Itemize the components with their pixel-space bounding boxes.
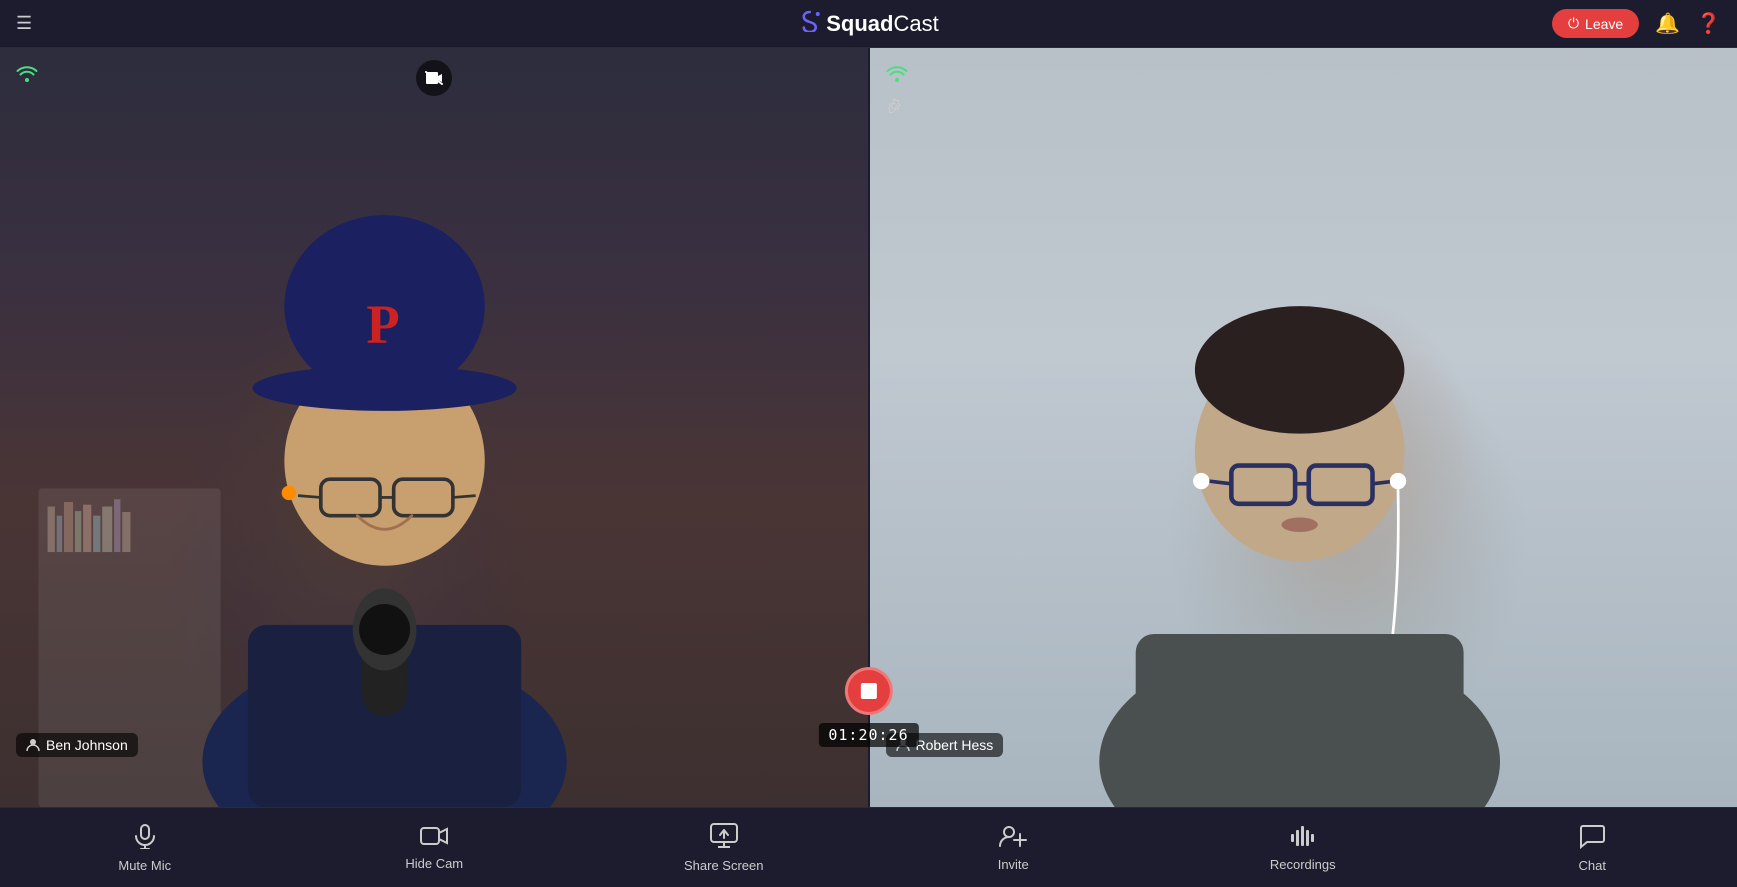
share-screen-button[interactable]: Share Screen <box>579 815 869 881</box>
nav-left: ☰ <box>16 13 32 34</box>
hamburger-menu-icon[interactable]: ☰ <box>16 13 32 34</box>
center-controls: 01:20:26 <box>818 667 918 807</box>
invite-button[interactable]: Invite <box>869 816 1159 880</box>
nav-center-brand: SquadCast <box>798 10 938 38</box>
top-navigation: ☰ SquadCast ⏻ Leave 🔔 ❓ <box>0 0 1737 48</box>
brand-name: SquadCast <box>826 11 938 37</box>
wifi-indicator-left <box>16 64 38 87</box>
video-feed-right: Robert Hess <box>870 48 1737 807</box>
person-visual-right <box>870 124 1737 807</box>
hide-cam-button[interactable]: Hide Cam <box>290 817 580 879</box>
invite-icon <box>999 824 1027 853</box>
camera-hide-toggle[interactable] <box>416 60 452 96</box>
recordings-icon <box>1289 824 1317 853</box>
brand-logo: SquadCast <box>798 10 938 38</box>
video-panel-left: P <box>0 48 870 807</box>
stop-icon <box>861 683 877 699</box>
wifi-indicator-right <box>886 64 908 87</box>
mute-mic-button[interactable]: Mute Mic <box>0 815 290 881</box>
share-screen-icon <box>710 823 738 854</box>
leave-icon: ⏻ <box>1568 15 1579 32</box>
stop-recording-button[interactable] <box>845 667 893 715</box>
help-icon[interactable]: ❓ <box>1696 11 1721 36</box>
recording-timer: 01:20:26 <box>818 723 918 747</box>
recordings-button[interactable]: Recordings <box>1158 816 1448 880</box>
participant-settings-right[interactable] <box>886 98 902 114</box>
video-feed-left: P <box>0 48 868 807</box>
camera-icon <box>420 825 448 852</box>
leave-button[interactable]: ⏻ Leave <box>1552 9 1639 38</box>
chat-button[interactable]: Chat <box>1448 815 1737 881</box>
video-area: P <box>0 48 1737 807</box>
video-panel-right: Robert Hess <box>870 48 1737 807</box>
person-visual-left: P <box>0 124 868 807</box>
nav-right: ⏻ Leave 🔔 ❓ <box>1552 9 1721 38</box>
bottom-toolbar: Mute Mic Hide Cam Share Screen <box>0 807 1737 887</box>
svg-text:P: P <box>366 293 399 354</box>
mic-icon <box>132 823 158 854</box>
chat-icon <box>1579 823 1605 854</box>
bell-icon[interactable]: 🔔 <box>1655 11 1680 36</box>
participant-name-left: Ben Johnson <box>16 733 138 757</box>
squadcast-logo-icon <box>798 10 820 38</box>
